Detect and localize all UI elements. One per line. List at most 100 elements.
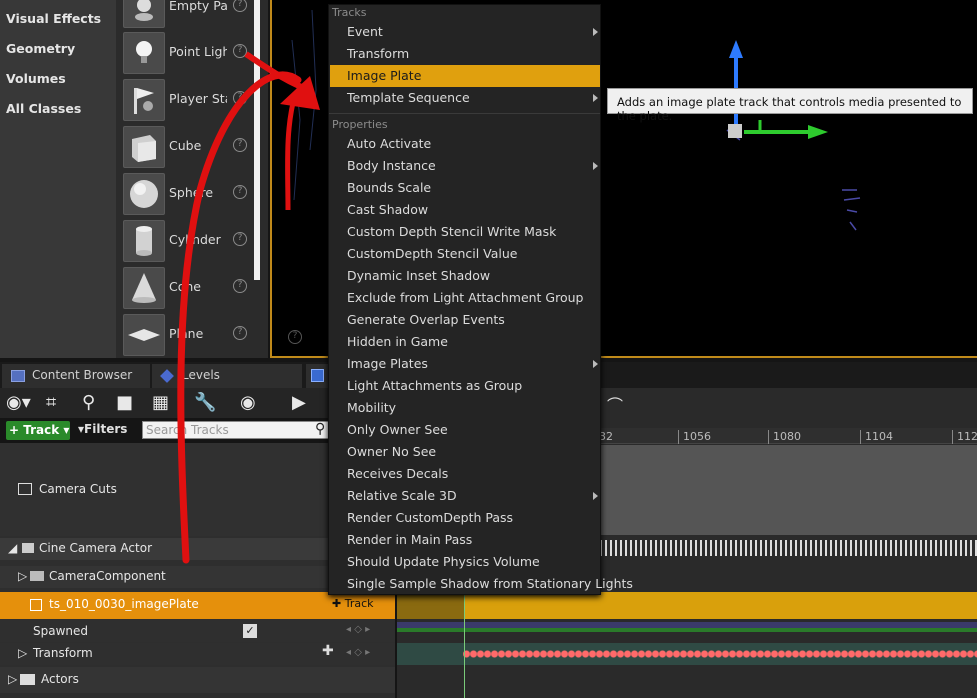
cube-icon [123, 126, 165, 168]
clapper-icon[interactable]: ▦ [152, 392, 169, 413]
image-plate-row[interactable]: ts_010_0030_imagePlate ✚ Track [0, 592, 395, 619]
tab-label: Content Browser [32, 368, 133, 382]
add-image-plate-track-button[interactable]: ✚ Track [332, 597, 374, 610]
menu-item-owner-no-see[interactable]: Owner No See [330, 441, 600, 463]
add-track-label: Track [344, 597, 374, 610]
actors-folder-row[interactable]: ▷ Actors [0, 667, 395, 693]
menu-item-label: Receives Decals [347, 466, 449, 481]
plane-icon [123, 314, 165, 356]
actors-label: Actors [41, 672, 79, 686]
camera-cuts-label: Camera Cuts [39, 482, 117, 496]
image-plate-icon [30, 599, 42, 611]
place-item-empty-pawn[interactable]: Empty Pawn ? [120, 0, 268, 28]
ruler-tick: 1104 [860, 430, 893, 444]
cylinder-icon [123, 220, 165, 262]
menu-item-label: Mobility [347, 400, 397, 415]
menu-item-label: Body Instance [347, 158, 436, 173]
category-visual-effects[interactable]: Visual Effects [6, 11, 101, 26]
submenu-arrow-icon [593, 162, 598, 170]
menu-item-only-owner-see[interactable]: Only Owner See [330, 419, 600, 441]
menu-item-bounds-scale[interactable]: Bounds Scale [330, 177, 600, 199]
menu-item-label: Image Plate [347, 68, 422, 83]
menu-item-render-customdepth-pass[interactable]: Render CustomDepth Pass [330, 507, 600, 529]
point-light-icon [123, 32, 165, 74]
menu-item-label: Should Update Physics Volume [347, 554, 540, 569]
menu-item-auto-activate[interactable]: Auto Activate [330, 133, 600, 155]
menu-item-label: Generate Overlap Events [347, 312, 505, 327]
menu-item-single-sample-shadow[interactable]: Single Sample Shadow from Stationary Lig… [330, 573, 633, 595]
filters-button[interactable]: ▾Filters [78, 422, 127, 436]
filters-label: Filters [84, 422, 128, 436]
menu-item-relative-scale-3d[interactable]: Relative Scale 3D [330, 485, 600, 507]
submenu-arrow-icon [593, 492, 598, 500]
key-nav-icon[interactable]: ◂ ◇ ▸ [346, 624, 370, 635]
player-start-icon [123, 79, 165, 121]
spawned-label: Spawned [33, 624, 89, 638]
ruler-tick: 1056 [678, 430, 711, 444]
menu-item-exclude-light-attachment[interactable]: Exclude from Light Attachment Group [330, 287, 600, 309]
component-icon [30, 571, 44, 581]
playhead-line[interactable] [464, 592, 465, 698]
category-all-classes[interactable]: All Classes [6, 101, 81, 116]
menu-item-label: Custom Depth Stencil Write Mask [347, 224, 557, 239]
add-track-button[interactable]: + Track ▾ [6, 421, 70, 440]
category-volumes[interactable]: Volumes [6, 71, 66, 86]
menu-item-should-update-physics-volume[interactable]: Should Update Physics Volume [330, 551, 600, 573]
image-plate-label: ts_010_0030_imagePlate [49, 597, 199, 611]
menu-item-dynamic-inset-shadow[interactable]: Dynamic Inset Shadow [330, 265, 600, 287]
plus-icon: + [9, 423, 24, 437]
menu-item-label: Exclude from Light Attachment Group [347, 290, 584, 305]
menu-divider [329, 113, 600, 114]
menu-item-hidden-in-game[interactable]: Hidden in Game [330, 331, 600, 353]
tab-content-browser[interactable]: Content Browser [2, 364, 150, 388]
sphere-icon [123, 173, 165, 215]
expand-arrow-icon: ▷ [18, 569, 28, 583]
expand-arrow-icon: ▷ [18, 646, 28, 660]
expand-arrow-icon: ◢ [8, 541, 18, 555]
menu-item-label: Event [347, 24, 383, 39]
menu-item-label: Light Attachments as Group [347, 378, 523, 393]
menu-item-custom-depth-stencil-write-mask[interactable]: Custom Depth Stencil Write Mask [330, 221, 600, 243]
curve-editor-icon[interactable]: ⌒ [607, 392, 623, 416]
menu-item-image-plates[interactable]: Image Plates [330, 353, 600, 375]
transform-label: Transform [33, 646, 93, 660]
pawn-icon [123, 0, 165, 28]
spawned-checkbox[interactable]: ✓ [243, 624, 257, 638]
menu-item-mobility[interactable]: Mobility [330, 397, 600, 419]
menu-item-label: Template Sequence [347, 90, 470, 105]
add-track-context-menu: Tracks Event Transform Image Plate Templ… [328, 4, 633, 595]
content-browser-icon [11, 370, 25, 382]
menu-item-label: Hidden in Game [347, 334, 448, 349]
cine-camera-actor-label: Cine Camera Actor [39, 541, 152, 555]
image-plate-section[interactable] [397, 592, 977, 619]
menu-item-customdepth-stencil-value[interactable]: CustomDepth Stencil Value [330, 243, 600, 265]
menu-item-label: CustomDepth Stencil Value [347, 246, 518, 261]
menu-item-template-sequence[interactable]: Template Sequence [330, 87, 600, 109]
search-icon[interactable]: ⚲ [82, 392, 95, 413]
menu-item-cast-shadow[interactable]: Cast Shadow [330, 199, 600, 221]
menu-item-transform[interactable]: Transform [330, 43, 600, 65]
add-key-icon[interactable]: ⌗ [46, 392, 56, 413]
menu-item-label: Transform [347, 46, 410, 61]
world-icon[interactable]: ◉▾ [6, 392, 31, 413]
help-icon[interactable]: ? [233, 0, 247, 12]
menu-item-generate-overlap-events[interactable]: Generate Overlap Events [330, 309, 600, 331]
menu-item-label: Only Owner See [347, 422, 448, 437]
menu-item-light-attachments-as-group[interactable]: Light Attachments as Group [330, 375, 600, 397]
submenu-arrow-icon [593, 360, 598, 368]
menu-item-event[interactable]: Event [330, 21, 600, 43]
menu-item-render-in-main-pass[interactable]: Render in Main Pass [330, 529, 600, 551]
menu-item-body-instance[interactable]: Body Instance [330, 155, 600, 177]
category-geometry[interactable]: Geometry [6, 41, 75, 56]
place-item-label: Empty Pawn [169, 0, 227, 13]
camera-icon[interactable]: ■ [116, 392, 133, 413]
menu-item-label: Owner No See [347, 444, 437, 459]
menu-item-label: Render in Main Pass [347, 532, 473, 547]
transform-row[interactable]: ▷ Transform ✚ ◂ ◇ ▸ [0, 643, 395, 665]
menu-item-label: Auto Activate [347, 136, 432, 151]
menu-item-receives-decals[interactable]: Receives Decals [330, 463, 600, 485]
submenu-arrow-icon [593, 94, 598, 102]
key-nav-icon[interactable]: ◂ ◇ ▸ [346, 647, 370, 658]
menu-item-image-plate[interactable]: Image Plate [330, 65, 600, 87]
add-key-icon[interactable]: ✚ [322, 643, 334, 659]
